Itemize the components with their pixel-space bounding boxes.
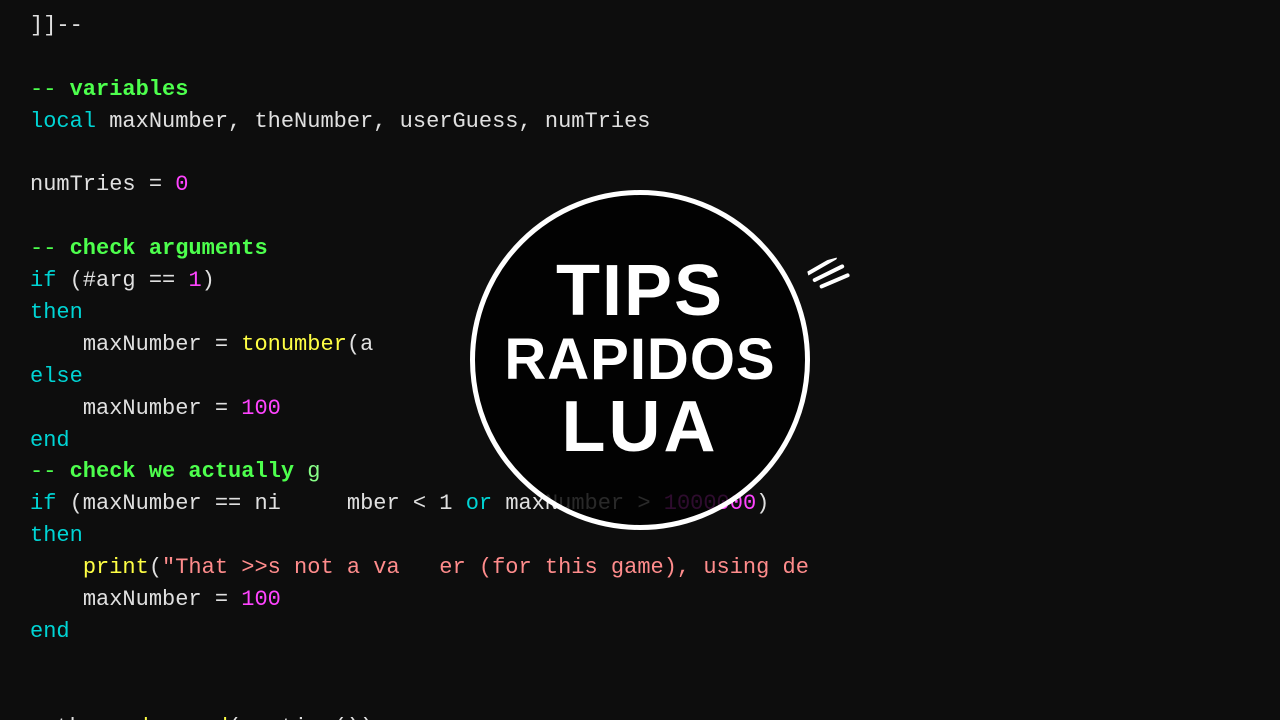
code-line: ]]-- xyxy=(30,10,1280,42)
code-line xyxy=(30,42,1280,74)
code-line: -- variables xyxy=(30,74,1280,106)
code-line: -- check we actually g xyxy=(30,456,1280,488)
code-line: then xyxy=(30,297,1280,329)
code-line: then xyxy=(30,520,1280,552)
code-background: ]]-- -- variables local maxNumber, theNu… xyxy=(0,0,1280,720)
code-line xyxy=(30,201,1280,233)
code-line: -- check arguments xyxy=(30,233,1280,265)
code-line: end xyxy=(30,616,1280,648)
code-line: if (maxNumber == ni mber < 1 or maxNumbe… xyxy=(30,488,1280,520)
code-line: maxNumber = 100 xyxy=(30,393,1280,425)
code-line xyxy=(30,138,1280,170)
code-line: math.randomseed(os.time()) xyxy=(30,712,1280,720)
code-line: else xyxy=(30,361,1280,393)
code-line xyxy=(30,680,1280,712)
code-line: maxNumber = 100 xyxy=(30,584,1280,616)
code-line: numTries = 0 xyxy=(30,169,1280,201)
code-line: maxNumber = tonumber(a xyxy=(30,329,1280,361)
code-line xyxy=(30,648,1280,680)
code-line: end xyxy=(30,425,1280,457)
code-line: print("That >>s not a va er (for this ga… xyxy=(30,552,1280,584)
code-line: if (#arg == 1) xyxy=(30,265,1280,297)
code-line: local maxNumber, theNumber, userGuess, n… xyxy=(30,106,1280,138)
